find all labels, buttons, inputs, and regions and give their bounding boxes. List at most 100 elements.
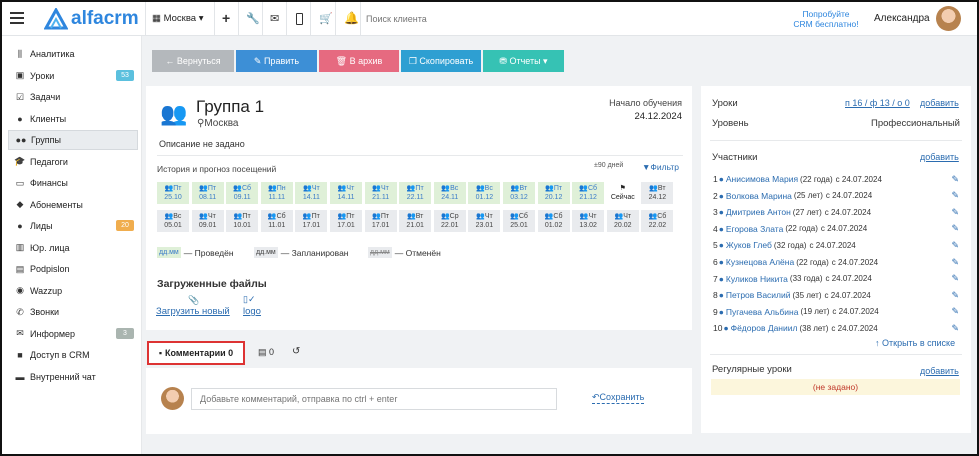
- avatar[interactable]: [936, 6, 961, 31]
- bell-icon[interactable]: 🔔: [344, 11, 359, 25]
- participant-name-link[interactable]: Жуков Глеб: [726, 240, 772, 250]
- sidebar-item-label: Лиды: [30, 221, 53, 231]
- lesson-tile[interactable]: 👥Сб 01.02: [537, 210, 570, 232]
- sidebar-item-13[interactable]: ✆ Звонки: [8, 302, 138, 322]
- lesson-tile[interactable]: 👥Пт 17.01: [364, 210, 397, 232]
- sidebar-item-4[interactable]: ● Клиенты: [8, 109, 138, 129]
- lesson-tile[interactable]: 👥Чт 14.11: [330, 182, 362, 204]
- tab-comments[interactable]: ▪ Комментарии 0: [147, 341, 245, 365]
- envelope-icon[interactable]: ✉: [270, 12, 279, 25]
- now-marker[interactable]: ⚑ Сейчас: [606, 182, 639, 204]
- participant-name-link[interactable]: Петров Василий: [726, 290, 791, 300]
- pencil-icon[interactable]: ✎: [951, 257, 959, 268]
- sidebar-item-8[interactable]: ◆ Абонементы: [8, 195, 138, 215]
- sidebar-item-6[interactable]: 🎓 Педагоги: [8, 152, 138, 172]
- wrench-icon[interactable]: 🔧: [246, 12, 260, 25]
- sidebar-item-2[interactable]: ▣ Уроки 53: [8, 66, 138, 86]
- lesson-tile[interactable]: 👥Пт 22.11: [399, 182, 432, 204]
- lesson-tile[interactable]: 👥Пт 08.11: [191, 182, 224, 204]
- lesson-tile[interactable]: 👥Чт 21.11: [364, 182, 397, 204]
- edit-button[interactable]: ✎ Править: [236, 50, 317, 72]
- sidebar-item-5[interactable]: ●● Группы: [8, 130, 138, 150]
- pencil-icon[interactable]: ✎: [951, 323, 959, 334]
- lesson-tile[interactable]: 👥Чт 09.01: [191, 210, 224, 232]
- participant-name-link[interactable]: Дмитриев Антон: [726, 207, 791, 217]
- lessons-add-link[interactable]: добавить: [920, 98, 959, 108]
- save-comment-button[interactable]: ↶Сохранить: [592, 392, 645, 404]
- pencil-icon[interactable]: ✎: [951, 240, 959, 251]
- sidebar-item-16[interactable]: ▬ Внутренний чат: [8, 367, 138, 387]
- reports-button[interactable]: ⛃ Отчеты ▾: [483, 50, 564, 72]
- lesson-tile[interactable]: 👥Сб 21.12: [572, 182, 605, 204]
- pencil-icon[interactable]: ✎: [951, 190, 959, 201]
- sidebar-item-12[interactable]: ◉ Wazzup: [8, 281, 138, 301]
- lesson-tile[interactable]: 👥Пт 20.12: [537, 182, 570, 204]
- comment-input[interactable]: [191, 388, 557, 410]
- sidebar-item-10[interactable]: ▥ Юр. лица: [8, 238, 138, 258]
- lesson-tile[interactable]: 👥Чт 13.02: [572, 210, 605, 232]
- participant-name-link[interactable]: Фёдоров Даниил: [731, 323, 798, 333]
- try-crm-promo-link[interactable]: Попробуйте CRM бесплатно!: [786, 9, 866, 29]
- sidebar-item-9[interactable]: ● Лиды 20: [8, 216, 138, 236]
- copy-button[interactable]: ❐ Скопировать: [401, 50, 481, 72]
- file-logo-link[interactable]: logo: [243, 306, 261, 317]
- lesson-tile[interactable]: 👥Сб 09.11: [226, 182, 259, 204]
- lesson-tile[interactable]: 👥Пт 17.01: [330, 210, 362, 232]
- lessons-stats-link[interactable]: п 16 / ф 13 / о 0: [845, 98, 910, 108]
- lesson-tile[interactable]: 👥Сб 25.01: [503, 210, 535, 232]
- lesson-tile[interactable]: 👥Сб 22.02: [641, 210, 674, 232]
- lesson-tile[interactable]: 👥Вс 24.11: [433, 182, 466, 204]
- plus-icon[interactable]: +: [222, 10, 230, 26]
- tab-documents[interactable]: ▤ 0: [258, 347, 274, 358]
- lesson-tile[interactable]: 👥Чт 23.01: [468, 210, 501, 232]
- user-name[interactable]: Александра: [874, 13, 930, 24]
- lesson-tile[interactable]: 👥Вт 24.12: [641, 182, 674, 204]
- city-selector[interactable]: ▦ Москва ▾: [152, 13, 203, 24]
- pencil-icon[interactable]: ✎: [951, 207, 959, 218]
- pencil-icon[interactable]: ✎: [951, 306, 959, 317]
- search-input[interactable]: [366, 11, 566, 27]
- participants-add-link[interactable]: добавить: [920, 152, 959, 162]
- cart-icon[interactable]: 🛒: [319, 12, 333, 25]
- lesson-tile[interactable]: 👥Вт 03.12: [503, 182, 535, 204]
- days-range[interactable]: ±90 дней: [594, 162, 623, 169]
- lesson-tile[interactable]: 👥Пт 10.01: [226, 210, 259, 232]
- pencil-icon[interactable]: ✎: [951, 174, 959, 185]
- sidebar-item-3[interactable]: ☑ Задачи: [8, 87, 138, 107]
- lesson-tile[interactable]: 👥Пт 17.01: [295, 210, 328, 232]
- open-in-list-link[interactable]: ↑ Открыть в списке: [875, 338, 955, 348]
- pencil-icon[interactable]: ✎: [951, 273, 959, 284]
- regular-add-link[interactable]: добавить: [920, 366, 959, 376]
- hamburger-menu-icon[interactable]: [10, 12, 24, 24]
- lesson-tile[interactable]: 👥Чт 20.02: [606, 210, 639, 232]
- lesson-tile[interactable]: 👥Чт 14.11: [295, 182, 328, 204]
- participant-name-link[interactable]: Анисимова Мария: [726, 174, 798, 184]
- participant-name-link[interactable]: Куликов Никита: [726, 274, 788, 284]
- participant-name-link[interactable]: Волкова Марина: [726, 191, 792, 201]
- participant-name-link[interactable]: Егорова Злата: [726, 224, 783, 234]
- lesson-tile[interactable]: 👥Сб 11.01: [260, 210, 293, 232]
- sidebar-item-11[interactable]: ▤ Podpislon: [8, 259, 138, 279]
- sidebar-item-15[interactable]: ■ Доступ в CRM: [8, 345, 138, 365]
- filter-link[interactable]: ▼Фильтр: [642, 162, 679, 172]
- sidebar-item-7[interactable]: ▭ Финансы: [8, 173, 138, 193]
- sidebar-item-14[interactable]: ✉ Информер 3: [8, 324, 138, 344]
- back-button[interactable]: ← Вернуться: [152, 50, 234, 72]
- sidebar-item-1[interactable]: ⫼ Аналитика: [8, 44, 138, 64]
- lesson-tile[interactable]: 👥Ср 22.01: [433, 210, 466, 232]
- lesson-tile[interactable]: 👥Пн 11.11: [260, 182, 293, 204]
- pencil-icon[interactable]: ✎: [951, 290, 959, 301]
- lesson-tile[interactable]: 👥Вс 05.01: [157, 210, 189, 232]
- lesson-tile[interactable]: 👥Вт 21.01: [399, 210, 432, 232]
- upload-file-link[interactable]: Загрузить новый: [156, 306, 230, 317]
- participant-name-link[interactable]: Кузнецова Алёна: [726, 257, 794, 267]
- participant-age: (25 лет): [793, 191, 823, 201]
- participant-name-link[interactable]: Пугачева Альбина: [726, 307, 799, 317]
- mobile-icon[interactable]: [296, 13, 303, 25]
- archive-button[interactable]: 🗑 В архив: [319, 50, 399, 72]
- brand-logo[interactable]: alfacrm: [44, 8, 139, 30]
- lesson-tile[interactable]: 👥Пт 25.10: [157, 182, 189, 204]
- pencil-icon[interactable]: ✎: [951, 223, 959, 234]
- lesson-tile[interactable]: 👥Вс 01.12: [468, 182, 501, 204]
- history-icon[interactable]: ↺: [292, 346, 300, 357]
